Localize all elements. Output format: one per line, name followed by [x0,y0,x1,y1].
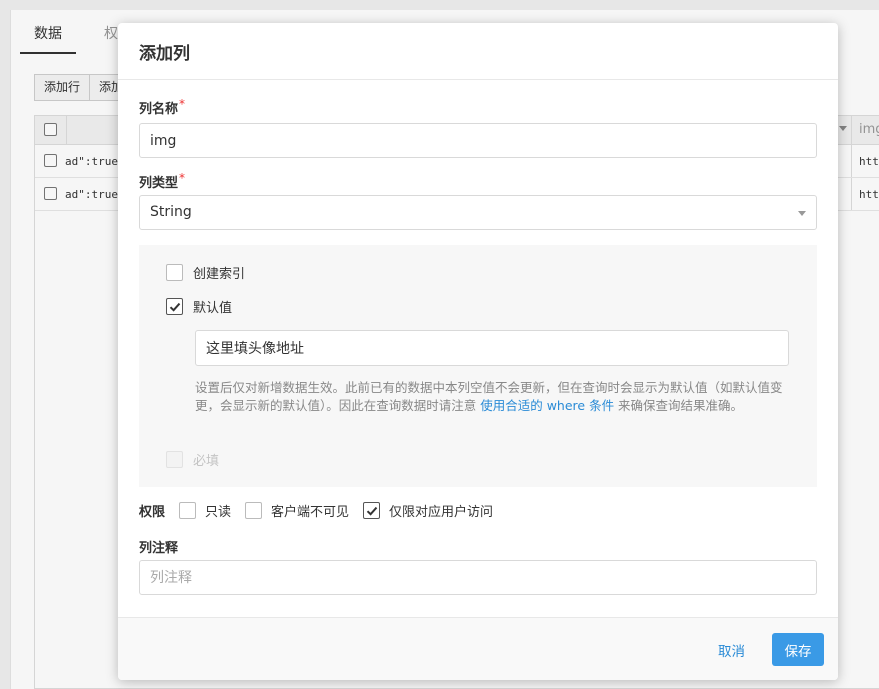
required-option: 必填 [166,450,219,469]
app-users-only-label: 仅限对应用户访问 [389,505,494,520]
column-type-label: 列类型* [139,171,186,191]
add-column-dialog: 添加列 列名称* 列类型* String 创建索引 默认值 [118,23,838,680]
dialog-title: 添加列 [139,44,190,64]
where-condition-link[interactable]: 使用合适的 where 条件 [480,398,614,413]
column-comment-label: 列注释 [139,541,179,556]
create-index-label: 创建索引 [193,267,246,282]
save-button[interactable]: 保存 [772,633,824,666]
client-invisible-label: 客户端不可见 [271,505,350,520]
column-name-input[interactable] [139,123,817,158]
required-mark: * [179,97,186,111]
dialog-header: 添加列 [118,23,838,80]
required-checkbox [166,451,183,468]
create-index-option[interactable]: 创建索引 [166,263,245,282]
read-only-option[interactable]: 只读 [179,501,231,520]
chevron-down-icon [798,211,806,216]
required-label: 必填 [193,454,220,469]
default-value-checkbox[interactable] [166,298,183,315]
column-type-select[interactable]: String [139,195,817,230]
default-value-input[interactable] [195,330,789,366]
dialog-footer: 取消 保存 [118,617,838,680]
default-value-label: 默认值 [193,301,233,316]
check-icon [169,302,180,312]
check-icon [366,506,377,516]
column-options-panel: 创建索引 默认值 设置后仅对新增数据生效。此前已有的数据中本列空值不会更新，但在… [139,245,817,487]
app-users-only-option[interactable]: 仅限对应用户访问 [363,501,493,520]
column-type-label-text: 列类型 [139,176,179,191]
client-invisible-checkbox[interactable] [245,502,263,519]
required-mark: * [179,171,186,185]
permissions-row: 权限 只读 客户端不可见 仅限对应用户访问 [139,501,507,520]
cancel-button[interactable]: 取消 [704,633,759,666]
read-only-checkbox[interactable] [179,502,197,519]
client-invisible-option[interactable]: 客户端不可见 [245,501,349,520]
read-only-label: 只读 [205,505,232,520]
app-users-only-checkbox[interactable] [363,502,381,519]
column-name-label: 列名称* [139,97,186,117]
help-text-after: 来确保查询结果准确。 [614,398,744,413]
permissions-label: 权限 [139,505,166,520]
column-name-label-text: 列名称 [139,102,179,117]
create-index-checkbox[interactable] [166,264,183,281]
default-value-help-text: 设置后仅对新增数据生效。此前已有的数据中本列空值不会更新，但在查询时会显示为默认… [195,379,785,415]
default-value-option[interactable]: 默认值 [166,297,232,316]
column-comment-input[interactable] [139,560,817,595]
column-type-value: String [150,204,192,220]
